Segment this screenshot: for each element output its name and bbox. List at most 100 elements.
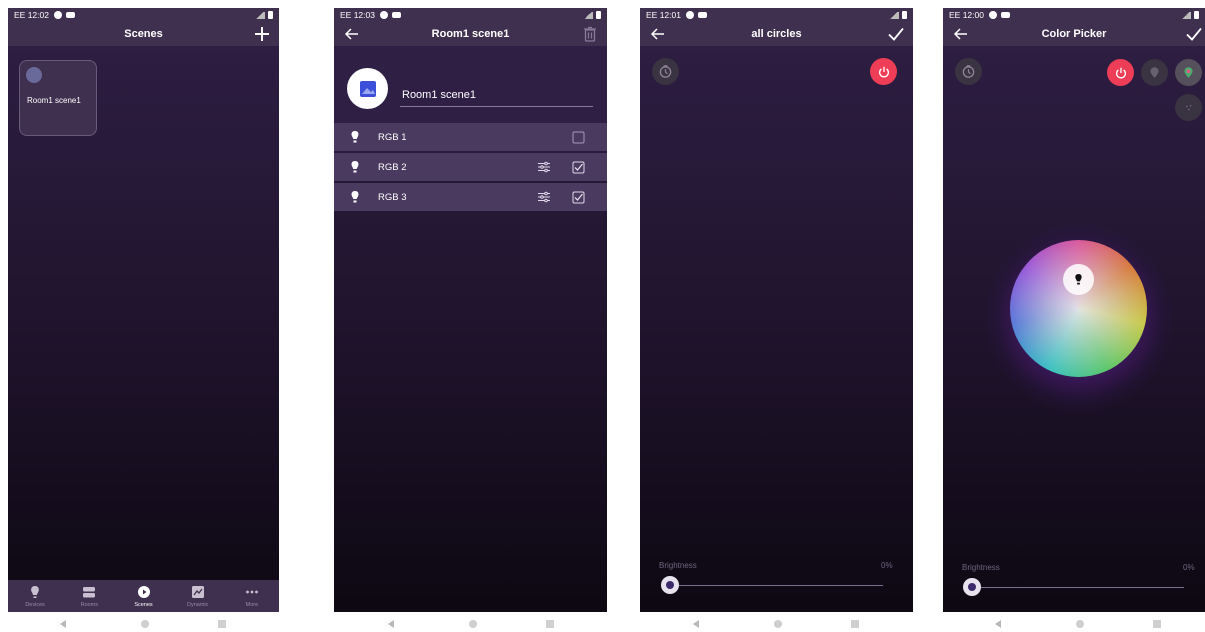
recents-square-icon[interactable] (546, 620, 554, 628)
page-title: Room1 scene1 (431, 28, 510, 40)
color-picker-screen: EE 12:00 Color Picker Brightness 0% (943, 8, 1205, 612)
video-notification-icon (65, 12, 75, 18)
timer-icon (659, 65, 672, 78)
power-button[interactable] (1107, 59, 1134, 86)
app-bar: all circles (640, 22, 913, 46)
video-notification-icon (697, 12, 707, 18)
app-bar: Room1 scene1 (334, 22, 607, 46)
status-time: EE 12:01 (646, 10, 681, 20)
color-wheel[interactable] (1010, 240, 1147, 377)
signal-icon (255, 11, 265, 19)
adjust-sliders-icon[interactable] (537, 190, 551, 204)
back-triangle-icon[interactable] (60, 620, 66, 628)
add-scene-button[interactable] (253, 25, 271, 43)
nav-devices[interactable]: Devices (8, 580, 62, 612)
timer-button[interactable] (955, 58, 982, 85)
confirm-check-icon[interactable] (1185, 25, 1203, 43)
page-title: Scenes (124, 28, 163, 40)
recents-square-icon[interactable] (851, 620, 859, 628)
status-bar: EE 12:03 (334, 8, 607, 22)
status-bar: EE 12:00 (943, 8, 1205, 22)
nav-label: Devices (25, 601, 45, 608)
nav-more[interactable]: More (225, 580, 279, 612)
battery-icon (1194, 11, 1199, 19)
nav-label: More (245, 601, 259, 608)
status-time: EE 12:03 (340, 10, 375, 20)
scene-detail-screen: EE 12:03 Room1 scene1 Room1 scene1 RGB 1… (334, 8, 607, 612)
brightness-label: Brightness (962, 563, 1000, 572)
back-arrow-icon[interactable] (344, 26, 360, 42)
device-label: RGB 1 (378, 131, 407, 143)
back-triangle-icon[interactable] (388, 620, 394, 628)
scene-icon (26, 67, 42, 83)
scene-card[interactable]: Room1 scene1 (19, 60, 97, 136)
status-bar: EE 12:01 (640, 8, 913, 22)
color-drop-icon (1184, 67, 1193, 78)
trash-icon[interactable] (581, 25, 599, 43)
device-label: RGB 2 (378, 161, 407, 173)
timer-button[interactable] (652, 58, 679, 85)
status-time: EE 12:02 (14, 10, 49, 20)
brightness-label: Brightness (659, 561, 697, 570)
effects-button[interactable] (1175, 94, 1202, 121)
back-arrow-icon[interactable] (650, 26, 666, 42)
recents-square-icon[interactable] (1153, 620, 1161, 628)
system-nav-bar (995, 618, 1195, 630)
brightness-slider-thumb[interactable] (963, 578, 981, 596)
bulb-icon (31, 585, 39, 598)
white-mode-button[interactable] (1141, 59, 1168, 86)
nav-rooms[interactable]: Rooms (62, 580, 116, 612)
video-notification-icon (1000, 12, 1010, 18)
scene-name-input[interactable]: Room1 scene1 (400, 89, 593, 107)
notification-dot-icon (685, 11, 694, 19)
back-triangle-icon[interactable] (693, 620, 699, 628)
home-circle-icon[interactable] (469, 620, 477, 628)
device-label: RGB 3 (378, 191, 407, 203)
device-checkbox[interactable] (572, 161, 585, 174)
battery-icon (268, 11, 273, 19)
recents-square-icon[interactable] (218, 620, 226, 628)
bulb-icon (351, 161, 359, 173)
nav-scenes[interactable]: Scenes (116, 580, 170, 612)
nav-label: Rooms (80, 601, 99, 608)
bulb-icon (351, 131, 359, 143)
back-triangle-icon[interactable] (995, 620, 1001, 628)
home-circle-icon[interactable] (774, 620, 782, 628)
scenes-screen: EE 12:02 Scenes Room1 scene1 Devices Roo… (8, 8, 279, 612)
page-title: all circles (751, 28, 802, 40)
scene-card-label: Room1 scene1 (27, 96, 81, 105)
scene-avatar[interactable] (347, 68, 388, 109)
adjust-sliders-icon[interactable] (537, 160, 551, 174)
scene-image-icon (359, 80, 376, 97)
notification-dot-icon (988, 11, 997, 19)
system-nav-bar (388, 618, 588, 630)
device-checkbox[interactable] (572, 191, 585, 204)
power-button[interactable] (870, 58, 897, 85)
all-circles-screen: EE 12:01 all circles Brightness 0% (640, 8, 913, 612)
color-mode-button[interactable] (1175, 59, 1202, 86)
signal-icon (889, 11, 899, 19)
home-circle-icon[interactable] (1076, 620, 1084, 628)
back-arrow-icon[interactable] (953, 26, 969, 42)
device-row[interactable]: RGB 2 (334, 153, 607, 181)
device-row[interactable]: RGB 3 (334, 183, 607, 211)
brightness-slider-track[interactable] (669, 585, 883, 586)
brightness-value: 0% (1183, 563, 1195, 572)
brightness-value: 0% (881, 561, 893, 570)
device-row[interactable]: RGB 1 (334, 123, 607, 151)
nav-dynamic[interactable]: Dynamic (171, 580, 225, 612)
brightness-slider-track[interactable] (972, 587, 1184, 588)
signal-icon (1181, 11, 1191, 19)
brightness-slider-thumb[interactable] (661, 576, 679, 594)
device-checkbox[interactable] (572, 131, 585, 144)
system-nav-bar (60, 618, 260, 630)
home-circle-icon[interactable] (141, 620, 149, 628)
notification-dot-icon (379, 11, 388, 19)
chart-icon (191, 585, 204, 598)
bulb-icon (1075, 274, 1082, 285)
page-title: Color Picker (1041, 28, 1107, 40)
color-wheel-handle[interactable] (1063, 264, 1094, 295)
battery-icon (902, 11, 907, 19)
rooms-icon (83, 586, 96, 597)
confirm-check-icon[interactable] (887, 25, 905, 43)
